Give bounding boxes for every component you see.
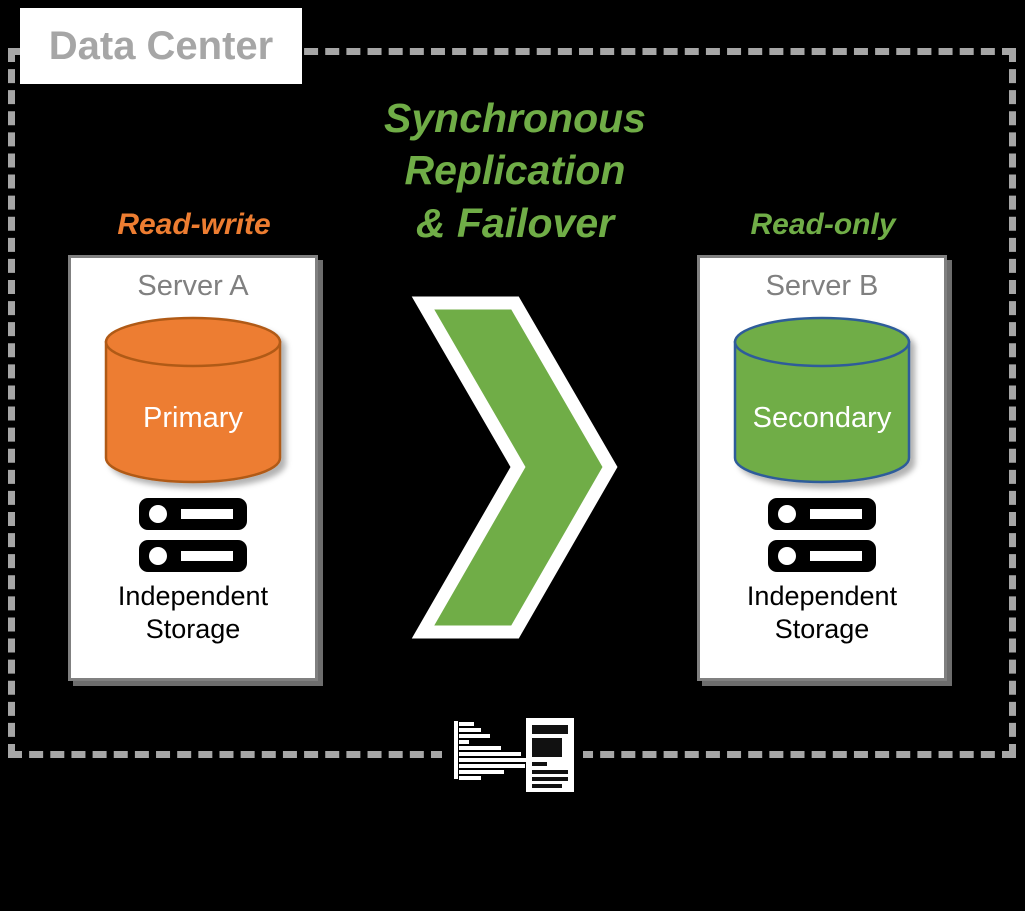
server-panel-b[interactable]: Server B Secondary Independent Storage bbox=[697, 255, 947, 681]
server-rack-icon-b bbox=[768, 498, 876, 572]
replication-title-line-2: Replication bbox=[404, 147, 626, 194]
replication-title-line-3: & Failover bbox=[415, 199, 615, 246]
data-center-label: Data Center bbox=[20, 8, 302, 84]
storage-caption-b-line-1: Independent bbox=[746, 581, 898, 611]
database-cylinder-icon-secondary: Secondary bbox=[733, 316, 911, 484]
server-panel-a[interactable]: Server A Primary Independent Storage bbox=[68, 255, 318, 681]
storage-caption-b: Independent Storage bbox=[700, 580, 944, 646]
storage-caption-a-line-1: Independent bbox=[117, 581, 269, 611]
right-node-role-label: Read-only bbox=[750, 208, 896, 241]
storage-caption-a-line-2: Storage bbox=[145, 613, 241, 644]
server-a-title: Server A bbox=[137, 270, 249, 302]
data-center-label-text: Data Center bbox=[48, 24, 274, 68]
report-chart-document-icon bbox=[442, 714, 583, 796]
replication-title: Synchronous Replication & Failover bbox=[330, 92, 700, 249]
storage-caption-b-line-2: Storage bbox=[774, 613, 870, 644]
server-rack-icon-a bbox=[139, 498, 247, 572]
database-cylinder-icon-primary: Primary bbox=[104, 316, 282, 484]
storage-caption-a: Independent Storage bbox=[71, 580, 315, 646]
server-b-title: Server B bbox=[765, 270, 879, 302]
chevron-right-icon bbox=[405, 295, 620, 640]
replication-title-line-1: Synchronous bbox=[384, 95, 646, 141]
left-node-role-label: Read-write bbox=[117, 208, 271, 241]
